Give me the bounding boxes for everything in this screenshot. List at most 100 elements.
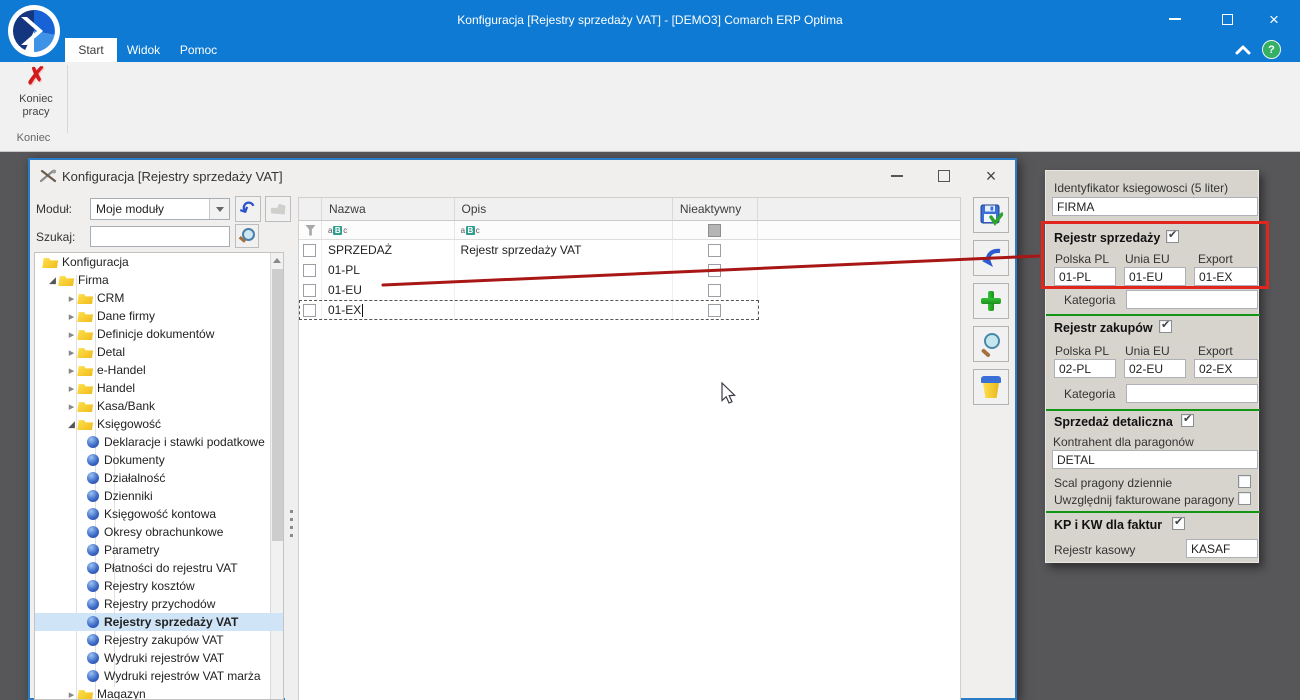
delete-button[interactable] [973,369,1009,405]
filter-opis[interactable]: aBc [455,221,673,240]
purchases-eu-input[interactable] [1124,359,1186,378]
tree-item[interactable]: Definicje dokumentów [35,325,283,343]
filter-nazwa[interactable]: aBc [322,221,455,240]
tree-item[interactable]: Działalność [35,469,283,487]
help-icon[interactable]: ? [1262,40,1281,59]
filter-nieaktywny[interactable] [673,221,758,240]
tree-item[interactable]: Detal [35,343,283,361]
tree-item[interactable]: Księgowość kontowa [35,505,283,523]
cell-nieaktywny[interactable] [673,240,758,260]
window-minimize-button[interactable] [880,164,914,188]
row-select-cell[interactable] [299,260,322,280]
tree-item[interactable]: Rejestry zakupów VAT [35,631,283,649]
panel-splitter[interactable] [285,252,298,700]
tree-item[interactable]: Rejestry kosztów [35,577,283,595]
expander-open-icon[interactable] [65,419,78,430]
szukaj-input[interactable] [90,226,230,247]
expander-closed-icon[interactable] [65,400,78,413]
purchases-checkbox[interactable] [1159,320,1172,333]
inactive-checkbox[interactable] [708,244,721,257]
app-close-button[interactable]: × [1259,8,1289,30]
tab-start[interactable]: Start [65,38,117,62]
row-checkbox[interactable] [303,264,316,277]
koniec-pracy-button[interactable]: ✗ Koniec pracy [8,65,64,127]
window-maximize-button[interactable] [927,164,961,188]
identifier-input[interactable] [1052,197,1258,216]
row-select-cell[interactable] [299,280,322,300]
cell-nazwa-editing[interactable]: 01-EX [322,300,455,320]
inactive-checkbox[interactable] [708,304,721,317]
cell-opis[interactable]: Rejestr sprzedaży VAT [455,240,673,260]
tree-item[interactable]: Rejestry przychodów [35,595,283,613]
tree-item[interactable]: Wydruki rejestrów VAT marża [35,667,283,685]
module-switch-button[interactable]: ↶ [235,196,261,222]
expander-closed-icon[interactable] [65,382,78,395]
magnifier-button[interactable] [973,326,1009,362]
tree-item[interactable]: Handel [35,379,283,397]
tree-item[interactable]: Firma [35,271,283,289]
inactive-checkbox[interactable] [708,264,721,277]
grid-row-editing[interactable]: 01-EX [299,300,960,320]
cell-nazwa[interactable]: 01-EU [322,280,455,300]
grid-row[interactable]: SPRZEDAŻ Rejestr sprzedaży VAT [299,240,960,260]
header-opis[interactable]: Opis [455,198,673,221]
tree-item[interactable]: Dokumenty [35,451,283,469]
expander-closed-icon[interactable] [65,292,78,305]
tab-pomoc[interactable]: Pomoc [171,38,226,62]
fakturowane-checkbox[interactable] [1238,492,1251,505]
tree-item[interactable]: Dzienniki [35,487,283,505]
tree-item-selected[interactable]: Rejestry sprzedaży VAT [35,613,283,631]
sales-kategoria-input[interactable] [1126,290,1258,309]
combo-dropdown-button[interactable] [209,199,229,219]
cell-nieaktywny[interactable] [673,260,758,280]
modul-combobox[interactable]: Moje moduły [90,198,230,220]
filter-cell[interactable] [299,221,322,240]
expander-closed-icon[interactable] [65,310,78,323]
kontrahent-input[interactable] [1052,450,1258,469]
tree-item[interactable]: Konfiguracja [35,253,283,271]
sales-pl-input[interactable] [1054,267,1116,286]
grid-row[interactable]: 01-EU [299,280,960,300]
save-button[interactable] [973,197,1009,233]
cell-nazwa[interactable]: SPRZEDAŻ [322,240,455,260]
sales-ex-input[interactable] [1194,267,1258,286]
sales-checkbox[interactable] [1166,230,1179,243]
tree-item[interactable]: Parametry [35,541,283,559]
tree-item[interactable]: e-Handel [35,361,283,379]
cell-opis[interactable] [455,280,673,300]
header-nieaktywny[interactable]: Nieaktywny [673,198,758,221]
cell-nieaktywny[interactable] [673,280,758,300]
tree-item[interactable]: Płatności do rejestru VAT [35,559,283,577]
undo-button[interactable] [973,240,1009,276]
expander-open-icon[interactable] [46,275,59,286]
app-maximize-button[interactable] [1212,8,1242,30]
cell-opis[interactable] [455,260,673,280]
scal-paragony-checkbox[interactable] [1238,475,1251,488]
row-checkbox[interactable] [303,304,316,317]
tree-item[interactable]: Deklaracje i stawki podatkowe [35,433,283,451]
row-checkbox[interactable] [303,244,316,257]
tree-item[interactable]: Dane firmy [35,307,283,325]
tree-item[interactable]: Kasa/Bank [35,397,283,415]
collapse-ribbon-chevron-icon[interactable] [1233,41,1253,59]
expander-closed-icon[interactable] [65,328,78,341]
grid-row[interactable]: 01-PL [299,260,960,280]
expander-closed-icon[interactable] [65,364,78,377]
tree-item[interactable]: CRM [35,289,283,307]
row-checkbox[interactable] [303,284,316,297]
cell-nieaktywny[interactable] [673,300,758,320]
sales-eu-input[interactable] [1124,267,1186,286]
window-close-button[interactable]: × [974,164,1008,188]
purchases-ex-input[interactable] [1194,359,1258,378]
tree-item[interactable]: Wydruki rejestrów VAT [35,649,283,667]
cell-nazwa[interactable]: 01-PL [322,260,455,280]
purchases-kategoria-input[interactable] [1126,384,1258,403]
tree-item[interactable]: Księgowość [35,415,283,433]
cell-opis[interactable] [455,300,673,320]
kasowy-input[interactable] [1186,539,1258,558]
row-select-cell[interactable] [299,300,322,320]
header-nazwa[interactable]: Nazwa [322,198,455,221]
row-select-cell[interactable] [299,240,322,260]
expander-closed-icon[interactable] [65,346,78,359]
tree-item[interactable]: Magazyn [35,685,283,700]
